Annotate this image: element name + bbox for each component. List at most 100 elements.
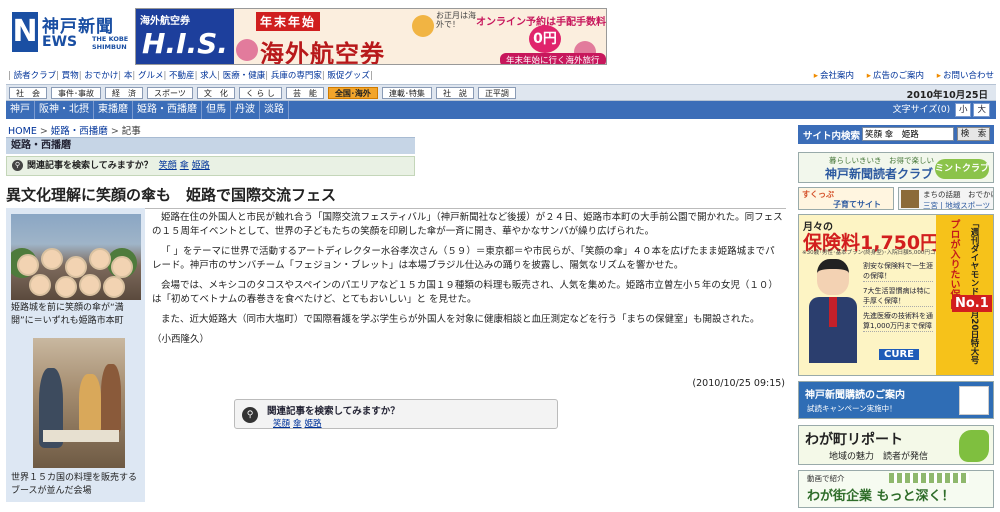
article-headline: 異文化理解に笑顔の傘も 姫路で国際交流フェス [6, 184, 786, 209]
nenmatsu-label: 年末年始 [256, 12, 321, 31]
subscribe-subtitle: 試読キャンペーン実施中！ [807, 404, 897, 413]
related-tag-link[interactable]: 笑顔 [273, 419, 290, 429]
subscription-banner[interactable]: 神戸新聞購読のご案内 試読キャンペーン実施中！ [798, 381, 994, 419]
booth-table [43, 430, 119, 442]
region-hanshin[interactable]: 阪神・北摂 [35, 101, 94, 119]
his-tag: 海外航空券 [140, 16, 190, 27]
related-tag-link[interactable]: 姫路 [305, 419, 322, 429]
parenting-site-banner[interactable]: すくっぷ 子育てサイト [798, 187, 894, 210]
region-nav: 神戸 阪神・北摂 東播磨 姫路・西播磨 但馬 丹波 淡路 文字サイズ(0) 小大 [6, 101, 996, 119]
breadcrumb-separator: > [39, 126, 48, 137]
tab-living[interactable]: く ら し [238, 87, 282, 99]
tab-sports[interactable]: スポーツ [147, 87, 193, 99]
util-link-shopping[interactable]: 買物 [62, 71, 79, 81]
related-tag-link[interactable]: 傘 [293, 419, 302, 429]
tab-seiheicho[interactable]: 正平調 [477, 87, 516, 99]
article-photo-umbrellas[interactable] [11, 214, 141, 300]
illustration-tie [829, 297, 837, 327]
ad-brand-cure: CURE [879, 349, 919, 360]
related-tag-link[interactable]: 姫路 [192, 161, 210, 171]
search-icon: ⚲ [12, 160, 23, 171]
region-tobanmaya[interactable]: 東播磨 [94, 101, 133, 119]
insurance-ad-right: プロが入りたい保険 「週刊ダイヤモンド」3月20日特大号 No.1 [936, 215, 993, 375]
triangle-icon: ▸ [936, 71, 941, 81]
util-link-reader-club[interactable]: 読者クラブ [14, 71, 57, 81]
util-link-jobs[interactable]: 求人 [200, 71, 217, 81]
ad-point: 先進医療の技術料を通算1,000万円まで保障 [863, 312, 933, 332]
flower-icon [412, 15, 434, 37]
triangle-icon: ▸ [866, 71, 871, 81]
tab-economy[interactable]: 経 済 [105, 87, 143, 99]
util-link-real-estate[interactable]: 不動産 [169, 71, 195, 81]
header: N 神戸新聞 EWS THE KOBE SHIMBUN 海外航空券 H.I.S.… [0, 0, 1000, 66]
tab-national-overseas[interactable]: 全国･海外 [327, 87, 378, 99]
promo-cta[interactable]: 年末年始に行く海外旅行 [500, 53, 606, 64]
kobe-shimbun-logo[interactable]: N 神戸新聞 EWS THE KOBE SHIMBUN [12, 12, 132, 54]
town-report-banner[interactable]: わが町リポート 地域の魅力 読者が発信 [798, 425, 994, 465]
article-paragraph: また、近大姫路大（同市大塩町）で国際看護を学ぶ学生らが外国人を対象に健康相談と血… [161, 314, 760, 325]
logo-name-en-sub: THE KOBE SHIMBUN [92, 35, 129, 51]
kaigai-label: 海外航空券 [260, 40, 385, 64]
related-question: 関連記事を検索してみますか？ [27, 161, 153, 171]
util-link-experts[interactable]: 兵庫の専門家 [271, 71, 322, 81]
tab-series[interactable]: 連載･特集 [381, 87, 432, 99]
article-paragraph: 「 」をテーマに世界で活動するアートディレクター水谷孝次さん（５９）＝東京都＝や… [152, 246, 775, 271]
tab-society[interactable]: 社 会 [9, 87, 47, 99]
util-link-gourmet[interactable]: グルメ [138, 71, 164, 81]
cityscape-decoration [889, 473, 969, 483]
related-tag-link[interactable]: 笑顔 [159, 161, 177, 171]
hyogo-map-icon [959, 430, 989, 462]
tab-entertainment[interactable]: 芸 能 [285, 87, 324, 99]
util-link-outing[interactable]: おでかけ [84, 71, 118, 81]
article-paragraph: 会場では、メキシコのタコスやスペインのパエリアなど１５カ国１９種類の料理も販売さ… [152, 280, 778, 305]
ad-point: 7大生活習慣病は特に手厚く保障！ [863, 286, 933, 307]
util-link-company[interactable]: ▸ 会社案内 [814, 71, 854, 81]
topic-label-1: まちの話題 おでかけ [923, 190, 994, 199]
company-top-label: 動画で紹介 [807, 474, 845, 483]
reader-club-banner[interactable]: 暮らしいきいき お得で楽しい 神戸新聞読者クラブ ミントクラブ [798, 152, 994, 183]
font-small-button[interactable]: 小 [954, 103, 972, 117]
region-tamba[interactable]: 丹波 [231, 101, 260, 119]
local-company-banner[interactable]: 動画で紹介 わが街企業 もっと深く！ [798, 470, 994, 508]
tab-incidents[interactable]: 事件･事故 [51, 87, 101, 99]
breadcrumb-section[interactable]: 姫路・西播磨 [51, 126, 108, 137]
article-body: 姫路在住の外国人と市民が触れ合う「国際交流フェスティバル」（神戸新聞社など後援）… [152, 211, 784, 347]
category-nav: 社 会事件･事故経 済スポーツ文 化く ら し芸 能全国･海外 連載･特集社 説正… [6, 84, 996, 101]
site-search-box: サイト内検索 検 索 [798, 125, 994, 144]
tab-culture[interactable]: 文 化 [196, 87, 235, 99]
ad-vertical-source: 「週刊ダイヤモンド」3月20日特大号 [969, 219, 979, 365]
article-photo-food-booth[interactable] [33, 338, 125, 468]
util-link-advertising[interactable]: ▸ 広告のご案内 [867, 71, 924, 81]
font-large-button[interactable]: 大 [973, 103, 990, 117]
insurance-ad-banner[interactable]: 月々の 保険料1,750円 ※30歳･男性･基本プラン(終身型)･入院日額5,0… [798, 214, 994, 376]
local-topics-banner[interactable]: まちの話題 おでかけ 三宮 | 地域スポーツ [898, 187, 994, 210]
zero-yen-badge: 0円 [529, 25, 561, 53]
region-himeji[interactable]: 姫路・西播磨 [133, 101, 202, 119]
site-search-input[interactable] [862, 127, 954, 141]
current-date: 2010年10月25日 [906, 90, 988, 101]
font-size-control: 文字サイズ(0) 小大 [893, 103, 990, 117]
his-promo-panel: 年末年始 海外航空券 お正月は海外で！ オンライン予約は手配手数料が 0円 年末… [234, 9, 606, 64]
util-link-contact[interactable]: ▸ お問い合わせ [937, 71, 994, 81]
site-search-button[interactable]: 検 索 [957, 127, 990, 141]
ad-no1-badge: No.1 [952, 295, 992, 312]
related-tag-link[interactable]: 傘 [180, 161, 189, 171]
his-brand: H.I.S. [142, 27, 228, 60]
breadcrumb-current: 記事 [121, 126, 141, 137]
breadcrumb-home[interactable]: HOME [8, 126, 37, 137]
promo-mini-text: お正月は海外で！ [436, 11, 476, 29]
font-size-label: 文字サイズ(0) [892, 105, 951, 115]
umbrella-face [111, 256, 133, 278]
town-subtitle: 地域の魅力 読者が発信 [829, 452, 929, 462]
photo-column: 姫路城を前に笑顔の傘が“満開”に＝いずれも姫路市本町 世界１５カ国の料理を販売す… [6, 208, 145, 502]
region-tajima[interactable]: 但馬 [202, 101, 231, 119]
his-ad-banner[interactable]: 海外航空券 H.I.S. 年末年始 海外航空券 お正月は海外で！ オンライン予約… [135, 8, 607, 65]
search-icon: ⚲ [242, 407, 258, 423]
tab-editorial[interactable]: 社 説 [435, 87, 474, 99]
region-awaji[interactable]: 淡路 [260, 101, 289, 119]
newspaper-icon [959, 386, 989, 415]
region-kobe[interactable]: 神戸 [6, 101, 35, 119]
kids-label: 子育てサイト [833, 200, 881, 209]
util-link-promo-goods[interactable]: 販促グッズ [327, 71, 370, 81]
util-link-health[interactable]: 医療・健康 [223, 71, 266, 81]
